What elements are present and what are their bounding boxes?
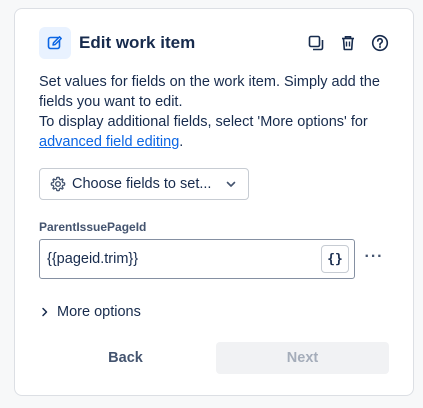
more-options-label: More options <box>57 304 141 320</box>
description: Set values for fields on the work item. … <box>39 72 395 152</box>
description-line-2: To display additional fields, select 'Mo… <box>39 114 368 150</box>
more-options-toggle[interactable]: More options <box>39 301 141 323</box>
choose-fields-button[interactable]: Choose fields to set... <box>39 168 249 200</box>
chevron-down-icon <box>224 177 238 191</box>
smart-value-button[interactable]: {} <box>321 245 349 273</box>
chevron-right-icon <box>39 306 51 318</box>
description-line-1: Set values for fields on the work item. … <box>39 74 380 110</box>
field-input-wrapper: {} <box>39 239 355 279</box>
gear-icon <box>50 176 66 192</box>
advanced-field-editing-link[interactable]: advanced field editing <box>39 134 179 150</box>
header-actions <box>305 32 391 54</box>
field-more-actions-icon[interactable]: ··· <box>362 245 386 269</box>
next-button[interactable]: Next <box>216 342 389 374</box>
help-icon[interactable] <box>369 32 391 54</box>
edit-work-item-panel: Edit work item Set values for fields on … <box>14 8 414 396</box>
panel-title: Edit work item <box>79 33 196 52</box>
back-button[interactable]: Back <box>39 342 212 374</box>
trash-icon[interactable] <box>337 32 359 54</box>
parent-issue-page-id-input[interactable] <box>40 240 321 278</box>
panel-header: Edit work item <box>39 25 391 61</box>
duplicate-icon[interactable] <box>305 32 327 54</box>
choose-fields-label: Choose fields to set... <box>72 176 212 192</box>
edit-pencil-icon <box>39 27 71 59</box>
field-label: ParentIssuePageId <box>39 220 147 234</box>
